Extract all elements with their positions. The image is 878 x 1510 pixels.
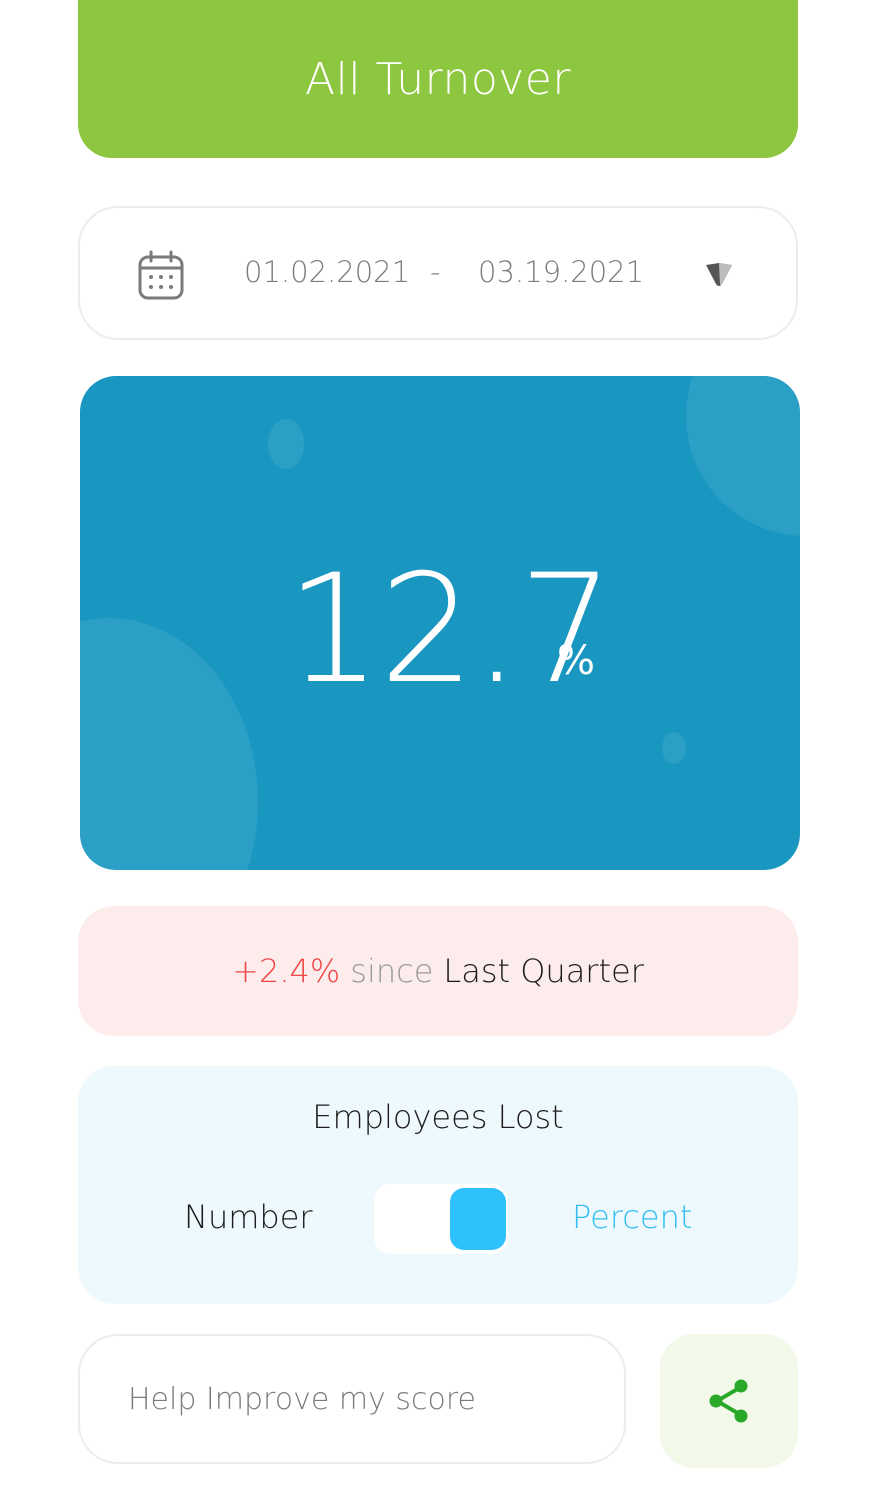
decorative-circle xyxy=(80,618,258,870)
decorative-dot xyxy=(662,732,686,764)
percent-option-label[interactable]: Percent xyxy=(572,1198,692,1236)
decorative-dot xyxy=(268,419,304,469)
change-summary: +2.4% since Last Quarter xyxy=(78,906,798,1036)
date-separator: - xyxy=(430,255,441,289)
employees-lost-title: Employees Lost xyxy=(312,1098,564,1136)
number-option-label[interactable]: Number xyxy=(184,1198,313,1236)
page-title: All Turnover xyxy=(305,53,571,105)
page-header: All Turnover xyxy=(78,0,798,158)
chevron-down-icon[interactable] xyxy=(704,260,734,290)
turnover-value: 12.7 xyxy=(286,543,614,717)
date-range-picker[interactable]: 01.02.2021 - 03.19.2021 xyxy=(78,206,798,340)
turnover-metric-card: 12.7 % xyxy=(80,376,800,870)
since-label: since xyxy=(350,952,434,990)
calendar-icon xyxy=(138,250,184,300)
help-improve-input[interactable] xyxy=(78,1334,626,1464)
number-percent-toggle[interactable] xyxy=(374,1184,508,1254)
start-date[interactable]: 01.02.2021 xyxy=(244,255,410,289)
change-delta: +2.4% xyxy=(232,952,341,990)
employees-lost-card: Employees Lost Number Percent xyxy=(78,1066,798,1304)
toggle-knob[interactable] xyxy=(450,1188,506,1250)
share-button[interactable] xyxy=(660,1334,798,1468)
comparison-period: Last Quarter xyxy=(443,952,644,990)
share-icon xyxy=(709,1379,748,1423)
turnover-unit: % xyxy=(557,638,596,684)
end-date[interactable]: 03.19.2021 xyxy=(478,255,644,289)
decorative-circle xyxy=(686,376,800,536)
